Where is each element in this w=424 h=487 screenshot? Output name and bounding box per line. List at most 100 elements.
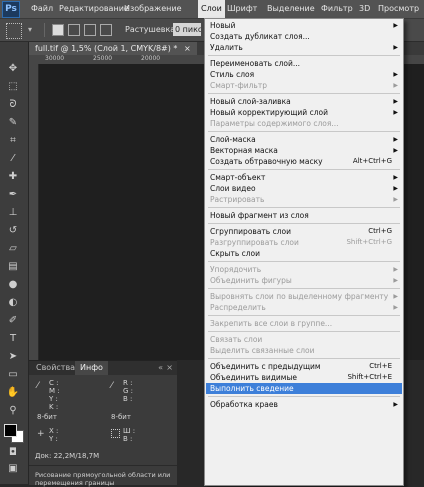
brush-tool-icon[interactable]: ✒	[5, 188, 21, 202]
menu-item[interactable]: Удалить ▶	[206, 42, 402, 53]
submenu-arrow-icon: ▶	[393, 174, 398, 181]
menu-item: Выделить связанные слои	[206, 345, 402, 356]
rectangle-tool-icon[interactable]: ▭	[5, 368, 21, 382]
panel-divider	[29, 465, 177, 466]
menu-item-label: Смарт-фильтр	[210, 81, 267, 90]
eraser-tool-icon[interactable]: ▱	[5, 242, 21, 256]
menu-item[interactable]: Скрыть слои	[206, 248, 402, 259]
type-tool-icon[interactable]: T	[5, 332, 21, 346]
menu-image[interactable]: Изображение	[124, 0, 182, 18]
info-y-coord-label: Y :	[49, 435, 58, 443]
menu-edit[interactable]: Редактирование	[59, 0, 129, 18]
submenu-arrow-icon: ▶	[393, 109, 398, 116]
menu-item-label: Упорядочить	[210, 265, 262, 274]
add-to-selection-icon[interactable]	[68, 24, 80, 36]
intersect-selection-icon[interactable]	[100, 24, 112, 36]
selection-size-icon	[111, 429, 120, 438]
eyedropper-tool-icon[interactable]: ⁄	[5, 152, 21, 166]
collapse-icon[interactable]: «	[158, 363, 163, 372]
menu-3d[interactable]: 3D	[359, 0, 370, 18]
path-selection-tool-icon[interactable]: ➤	[5, 350, 21, 364]
new-selection-icon[interactable]	[52, 24, 64, 36]
menu-item[interactable]: Новый корректирующий слой ▶	[206, 107, 402, 118]
menu-item[interactable]: Создать обтравочную маску Alt+Ctrl+G	[206, 156, 402, 167]
menu-separator	[208, 331, 400, 332]
gradient-tool-icon[interactable]: ▤	[5, 260, 21, 274]
move-tool-icon[interactable]: ✥	[5, 62, 21, 76]
menu-item[interactable]: Переименовать слой...	[206, 58, 402, 69]
crop-tool-icon[interactable]: ⌗	[5, 134, 21, 148]
menu-file[interactable]: Файл	[31, 0, 53, 18]
submenu-arrow-icon: ▶	[393, 277, 398, 284]
ruler-mark: 30000	[45, 55, 65, 62]
menu-item[interactable]: Стиль слоя ▶	[206, 69, 402, 80]
close-icon[interactable]: ×	[184, 44, 191, 53]
menu-select[interactable]: Выделение	[267, 0, 315, 18]
tool-preset-chevron-icon[interactable]: ▾	[28, 25, 32, 34]
healing-brush-tool-icon[interactable]: ✚	[5, 170, 21, 184]
document-size-info: Док: 22,2M/18,7M	[35, 452, 100, 460]
submenu-arrow-icon: ▶	[393, 304, 398, 311]
submenu-arrow-icon: ▶	[393, 401, 398, 408]
menu-item[interactable]: Объединить видимые Shift+Ctrl+E	[206, 372, 402, 383]
zoom-tool-icon[interactable]: ⚲	[5, 404, 21, 418]
menu-item-label: Связать слои	[210, 335, 263, 344]
menu-item[interactable]: Выполнить сведение	[206, 383, 402, 394]
menu-item[interactable]: Новый ▶	[206, 20, 402, 31]
menu-item-label: Переименовать слой...	[210, 59, 300, 68]
menu-item[interactable]: Смарт-объект ▶	[206, 172, 402, 183]
dodge-tool-icon[interactable]: ◐	[5, 296, 21, 310]
blur-tool-icon[interactable]: ●	[5, 278, 21, 292]
screen-mode-icon[interactable]: ▣	[5, 462, 21, 476]
menu-item-label: Скрыть слои	[210, 249, 261, 258]
menu-item[interactable]: Новый слой-заливка ▶	[206, 96, 402, 107]
menu-filter[interactable]: Фильтр	[321, 0, 353, 18]
info-c-label: C :	[49, 379, 59, 387]
menu-type[interactable]: Шрифт	[227, 0, 257, 18]
lasso-tool-icon[interactable]: ᘐ	[5, 98, 21, 112]
submenu-arrow-icon: ▶	[393, 71, 398, 78]
marquee-tool-icon[interactable]	[6, 23, 22, 39]
menu-item[interactable]: Объединить с предыдущим Ctrl+E	[206, 361, 402, 372]
tab-info[interactable]: Инфо	[75, 361, 108, 375]
menu-item[interactable]: Векторная маска ▶	[206, 145, 402, 156]
submenu-arrow-icon: ▶	[393, 136, 398, 143]
quick-selection-tool-icon[interactable]: ✎	[5, 116, 21, 130]
document-tab[interactable]: full.tif @ 1,5% (Слой 1, CMYK/8#) * ×	[29, 42, 197, 55]
bit-depth-left: 8-бит	[37, 413, 57, 421]
menu-item-label: Новый корректирующий слой	[210, 108, 328, 117]
foreground-color-swatch[interactable]	[4, 424, 17, 437]
layers-dropdown-menu: Новый ▶ Создать дубликат слоя... Удалить ▶ Пе…	[204, 18, 404, 486]
menu-item-label: Закрепить все слои в группе...	[210, 319, 333, 328]
vertical-ruler	[29, 64, 39, 360]
tab-properties[interactable]: Свойства	[31, 361, 80, 375]
rgb-eyedropper-icon: ⁄	[111, 381, 113, 391]
menu-view[interactable]: Просмотр	[378, 0, 419, 18]
menu-item: Растрировать ▶	[206, 194, 402, 205]
hand-tool-icon[interactable]: ✋	[5, 386, 21, 400]
menu-item[interactable]: Слой-маска ▶	[206, 134, 402, 145]
history-brush-tool-icon[interactable]: ↺	[5, 224, 21, 238]
quick-mask-icon[interactable]: ◘	[5, 446, 21, 460]
rectangular-marquee-tool-icon[interactable]: ⬚	[5, 80, 21, 94]
bit-depth-right: 8-бит	[111, 413, 131, 421]
menu-separator	[208, 261, 400, 262]
panel-close-icon[interactable]: ×	[166, 363, 173, 372]
feather-input[interactable]: 0 пикс.	[173, 23, 201, 36]
menu-item[interactable]: Слои видео ▶	[206, 183, 402, 194]
menu-layers[interactable]: Слои	[198, 0, 225, 18]
menu-item-label: Сгруппировать слои	[210, 227, 291, 236]
menu-item[interactable]: Обработка краев ▶	[206, 399, 402, 410]
menu-item-shortcut: Ctrl+E	[369, 362, 392, 370]
menu-item-label: Векторная маска	[210, 146, 278, 155]
menu-item: Объединить фигуры ▶	[206, 275, 402, 286]
menu-item[interactable]: Новый фрагмент из слоя	[206, 210, 402, 221]
menu-item: Выровнять слои по выделенному фрагменту ▶	[206, 291, 402, 302]
clone-stamp-tool-icon[interactable]: ⊥	[5, 206, 21, 220]
subtract-selection-icon[interactable]	[84, 24, 96, 36]
info-m-label: M :	[49, 387, 60, 395]
menu-item[interactable]: Сгруппировать слои Ctrl+G	[206, 226, 402, 237]
menu-item[interactable]: Создать дубликат слоя...	[206, 31, 402, 42]
pen-tool-icon[interactable]: ✐	[5, 314, 21, 328]
menu-item: Распределить ▶	[206, 302, 402, 313]
